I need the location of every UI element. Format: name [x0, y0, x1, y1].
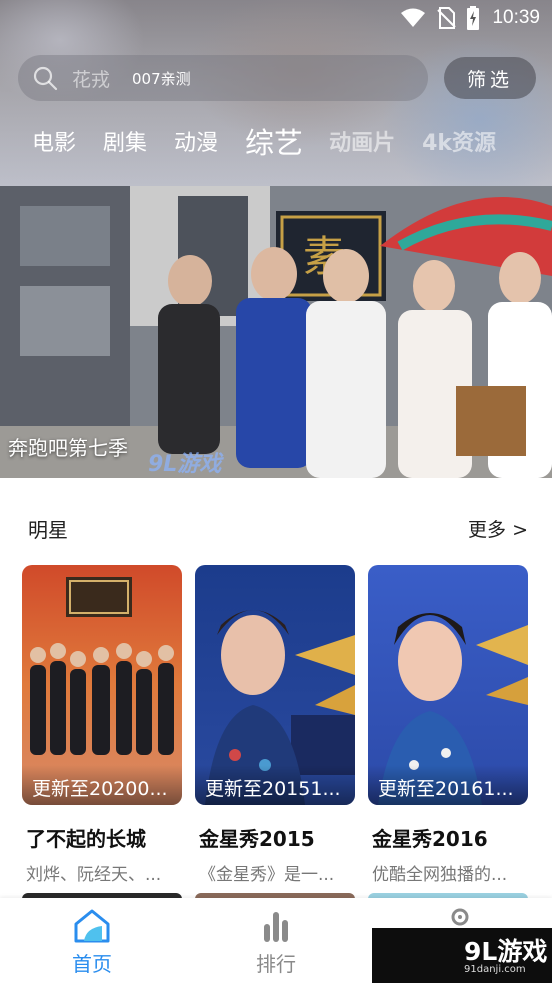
card-update-status: 更新至20161... — [368, 765, 528, 805]
nav-ranking[interactable]: 排行 — [236, 908, 316, 977]
card-title: 了不起的长城 — [26, 827, 146, 851]
tab-anime[interactable]: 动漫 — [174, 125, 218, 157]
card-title: 金星秀2016 — [372, 827, 488, 851]
chart-icon — [264, 912, 288, 942]
home-icon — [74, 909, 110, 943]
more-link[interactable]: 更多 > — [468, 515, 528, 542]
show-card[interactable]: 更新至20151... 金星秀2015 《金星秀》是一... — [195, 565, 355, 885]
status-bar: 10:39 — [0, 0, 552, 36]
card-thumbnail: 更新至20200... — [22, 565, 182, 805]
nav-home-label: 首页 — [72, 952, 112, 976]
category-tabs: 电影 剧集 动漫 综艺 动画片 4k资源 — [32, 118, 542, 164]
card-thumbnail: 更新至20151... — [195, 565, 355, 805]
watermark-domain: 91danji.com — [464, 964, 526, 975]
nav-ranking-label: 排行 — [256, 952, 296, 976]
nav-home[interactable]: 首页 — [52, 908, 132, 977]
show-card[interactable]: 更新至20200... 了不起的长城 刘烨、阮经天、... — [22, 565, 182, 885]
tab-cartoons[interactable]: 动画片 — [329, 125, 395, 157]
card-update-status: 更新至20151... — [195, 765, 355, 805]
card-description: 刘烨、阮经天、... — [26, 865, 162, 885]
watermark-badge: 9L游戏 91danji.com — [372, 928, 552, 983]
watermark-text: 9L游戏 — [464, 937, 548, 966]
section-title: 明星 — [28, 518, 68, 542]
no-sim-icon — [437, 7, 457, 29]
tab-4k[interactable]: 4k资源 — [422, 125, 496, 157]
tab-variety[interactable]: 综艺 — [245, 120, 303, 162]
battery-charging-icon — [467, 6, 480, 30]
show-card[interactable]: 更新至20161... 金星秀2016 优酷全网独播的... — [368, 565, 528, 885]
banner-watermark: 9L游戏 — [148, 452, 222, 477]
search-placeholder: 花戎 — [72, 68, 111, 91]
status-time: 10:39 — [492, 7, 540, 28]
tab-movies[interactable]: 电影 — [32, 125, 76, 157]
search-hint: 007亲测 — [132, 69, 191, 88]
banner-title: 奔跑吧第七季 — [8, 436, 128, 460]
card-description: 优酷全网独播的... — [372, 865, 508, 885]
search-input[interactable]: 花戎 007亲测 — [18, 55, 428, 101]
tab-series[interactable]: 剧集 — [103, 125, 147, 157]
banner[interactable]: 素 奔跑吧第七季 — [0, 186, 552, 478]
card-thumbnail: 更新至20161... — [368, 565, 528, 805]
search-icon — [33, 66, 58, 91]
card-update-status: 更新至20200... — [22, 765, 182, 805]
filter-button[interactable]: 筛选 — [444, 57, 536, 99]
card-description: 《金星秀》是一... — [199, 865, 335, 885]
card-title: 金星秀2015 — [199, 827, 315, 851]
wifi-icon — [401, 8, 426, 27]
